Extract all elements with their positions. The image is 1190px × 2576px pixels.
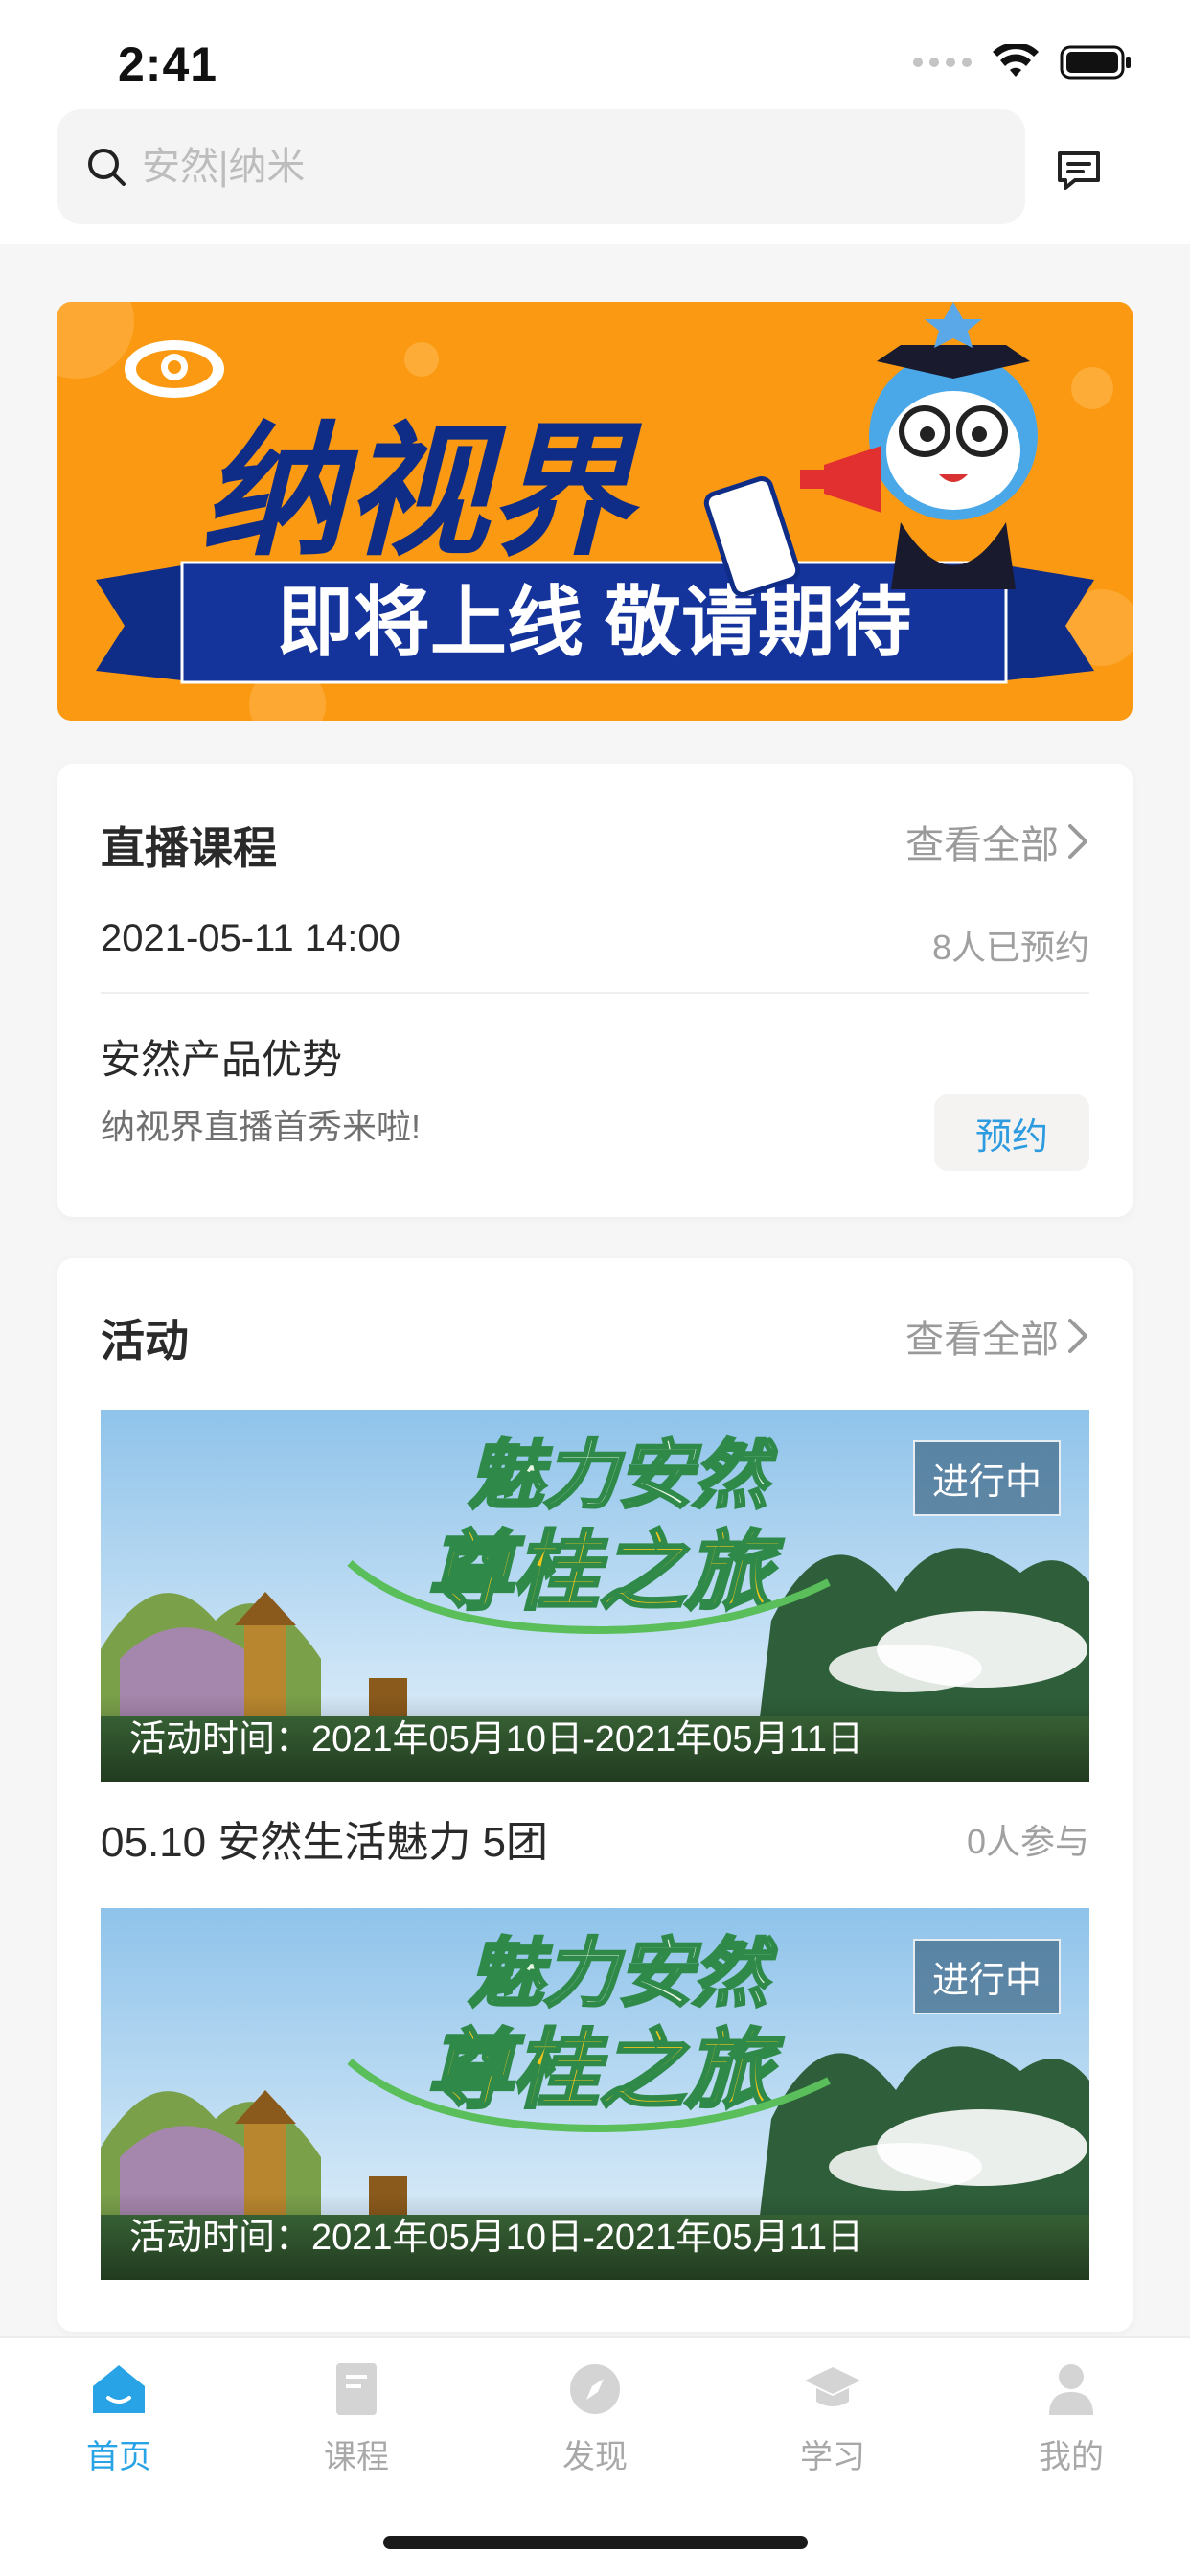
tab-label: 首页 bbox=[86, 2439, 151, 2475]
tab-label: 学习 bbox=[800, 2439, 865, 2475]
search-input[interactable] bbox=[140, 144, 1002, 190]
activity-image[interactable]: 魅力安然 尊桂之旅 进行中 活动时间：2021年05月10日-2021年05月1… bbox=[101, 1908, 1089, 2280]
participant-count: 0人参与 bbox=[966, 1822, 1089, 1861]
view-all-label: 查看全部 bbox=[905, 824, 1059, 866]
home-icon bbox=[93, 2365, 145, 2413]
chevron-right-icon bbox=[1068, 824, 1087, 859]
search-icon bbox=[88, 149, 126, 186]
tab-courses[interactable]: 课程 bbox=[238, 2358, 475, 2492]
tab-learn[interactable]: 学习 bbox=[714, 2358, 951, 2492]
tab-label: 课程 bbox=[324, 2439, 389, 2475]
poster-title-line1: 魅力安然 bbox=[469, 1931, 777, 2015]
message-icon bbox=[1058, 151, 1100, 190]
tab-discover[interactable]: 发现 bbox=[476, 2358, 714, 2492]
eye-logo-icon bbox=[125, 340, 224, 398]
poster-title-line1: 魅力安然 bbox=[469, 1433, 777, 1517]
tab-label: 发现 bbox=[562, 2439, 628, 2475]
signal-icon bbox=[913, 58, 972, 67]
tab-label: 我的 bbox=[1039, 2439, 1104, 2475]
activity-item[interactable]: 魅力安然 尊桂之旅 进行中 活动时间：2021年05月10日-2021年05月1… bbox=[101, 1908, 1089, 2280]
activity-time: 活动时间：2021年05月10日-2021年05月11日 bbox=[101, 1695, 1089, 1782]
status-time: 2:41 bbox=[118, 37, 218, 91]
status-bar: 2:41 bbox=[0, 0, 1190, 105]
chevron-right-icon bbox=[1068, 1319, 1087, 1353]
status-icons bbox=[913, 44, 1133, 80]
tab-profile[interactable]: 我的 bbox=[952, 2358, 1190, 2492]
reserve-button[interactable]: 预约 bbox=[934, 1094, 1089, 1171]
status-tag: 进行中 bbox=[912, 1440, 1061, 1516]
activity-item[interactable]: 魅力安然 尊桂之旅 进行中 活动时间：2021年05月10日-2021年05月1… bbox=[101, 1410, 1089, 1866]
banner-slogan: 即将上线 敬请期待 bbox=[277, 580, 911, 665]
battery-icon bbox=[1060, 45, 1131, 80]
compass-icon bbox=[570, 2364, 620, 2414]
search-header bbox=[0, 105, 1190, 244]
poster-title-line2: 尊桂之旅 bbox=[426, 1525, 784, 1621]
home-indicator bbox=[383, 2536, 808, 2549]
person-icon bbox=[1049, 2364, 1093, 2415]
view-all-label: 查看全部 bbox=[905, 1319, 1059, 1361]
activity-time: 活动时间：2021年05月10日-2021年05月11日 bbox=[101, 2194, 1089, 2280]
live-datetime: 2021-05-11 14:00 bbox=[101, 917, 400, 959]
live-section-title: 直播课程 bbox=[101, 823, 277, 873]
status-tag: 进行中 bbox=[912, 1939, 1061, 2014]
course-name[interactable]: 安然产品优势 bbox=[101, 1027, 342, 1086]
banner-brand: 纳视界 bbox=[201, 411, 643, 572]
promo-banner[interactable]: 纳视界 即将上线 敬请期待 bbox=[57, 302, 1133, 721]
activity-image[interactable]: 魅力安然 尊桂之旅 进行中 活动时间：2021年05月10日-2021年05月1… bbox=[101, 1410, 1089, 1782]
graduation-cap-icon bbox=[805, 2367, 860, 2406]
live-course-card: 直播课程 查看全部 2021-05-11 14:00 8人已预约 安然产品优势 … bbox=[57, 764, 1133, 1217]
course-description: 纳视界直播首秀来啦! bbox=[101, 1107, 422, 1146]
live-view-all-link[interactable]: 查看全部 bbox=[905, 814, 1089, 869]
activity-card: 活动 查看全部 魅力安然 尊桂之旅 进行中 活动时间：2021年05月10日-2… bbox=[57, 1258, 1133, 2332]
book-icon bbox=[336, 2363, 377, 2415]
message-button[interactable] bbox=[1050, 142, 1108, 199]
poster-title-line2: 尊桂之旅 bbox=[426, 2023, 784, 2119]
tab-home[interactable]: 首页 bbox=[0, 2358, 238, 2492]
wifi-icon bbox=[993, 44, 1039, 77]
booked-count: 8人已预约 bbox=[931, 928, 1089, 967]
search-box[interactable] bbox=[57, 109, 1025, 224]
banner-image: 纳视界 即将上线 敬请期待 bbox=[57, 302, 1133, 721]
activity-name[interactable]: 05.10 安然生活魅力 5团 bbox=[101, 1807, 548, 1869]
divider bbox=[101, 992, 1089, 994]
activity-section-title: 活动 bbox=[101, 1316, 189, 1366]
activity-view-all-link[interactable]: 查看全部 bbox=[905, 1308, 1089, 1364]
